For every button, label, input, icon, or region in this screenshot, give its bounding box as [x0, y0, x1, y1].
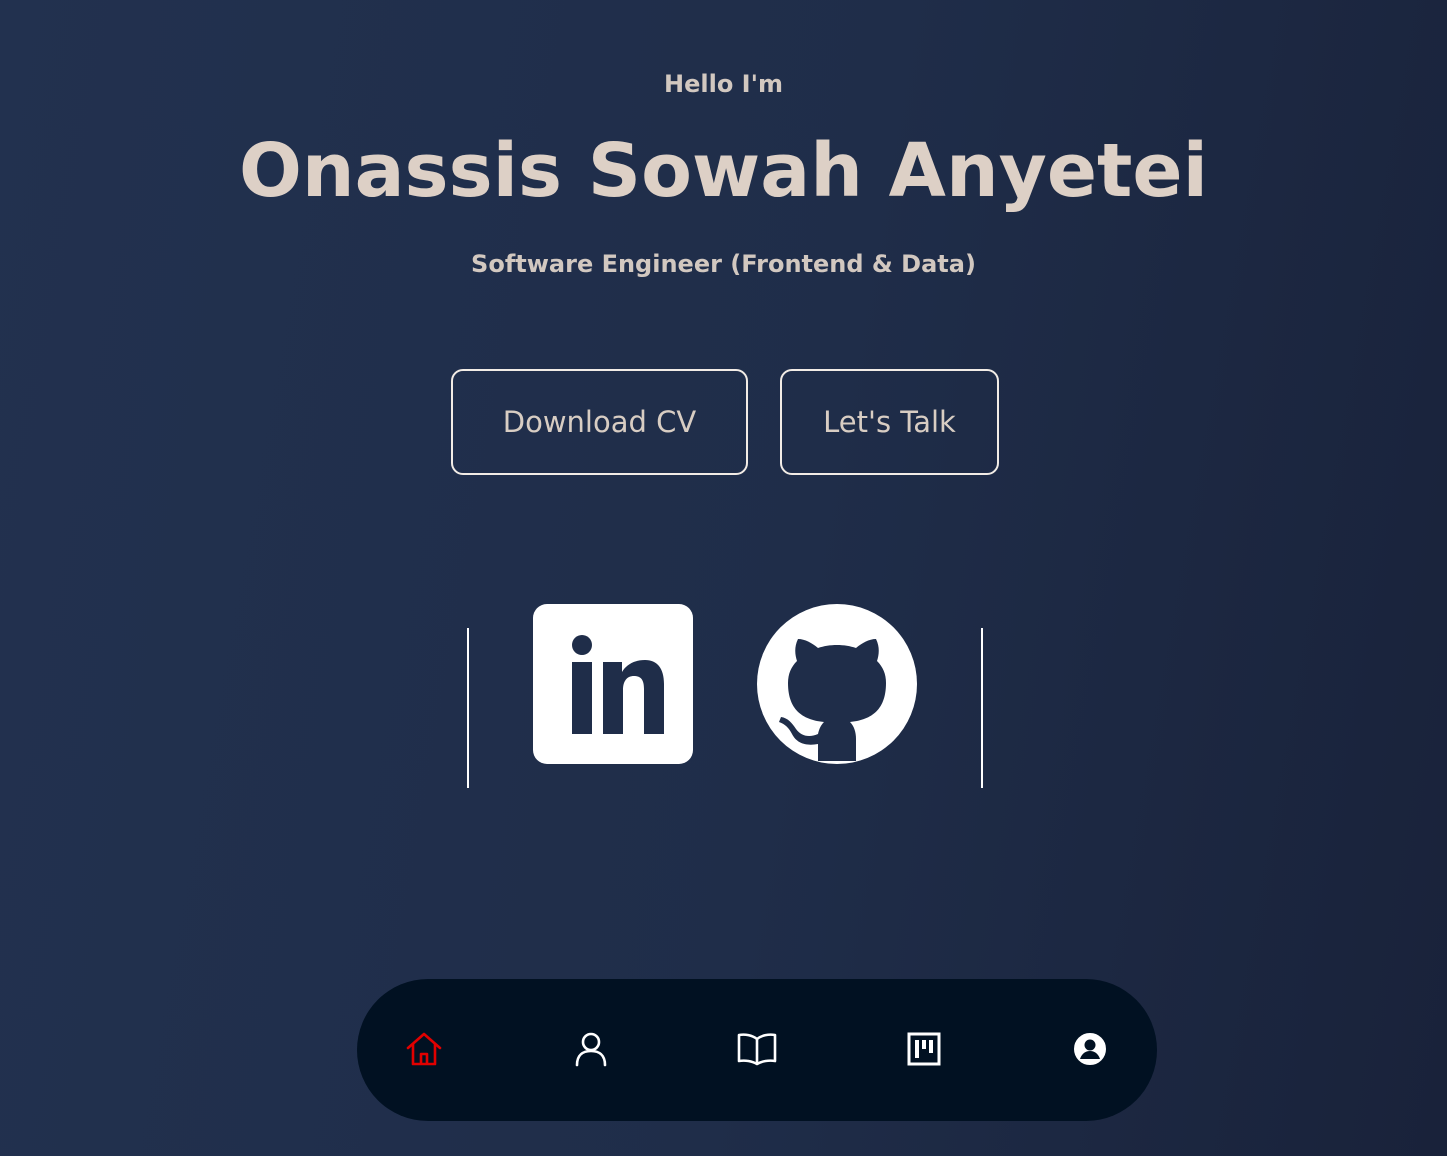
kanban-icon	[907, 1032, 941, 1066]
greeting-text: Hello I'm	[664, 70, 783, 98]
nav-about[interactable]	[567, 1025, 615, 1073]
lets-talk-button[interactable]: Let's Talk	[780, 369, 999, 475]
bottom-navigation	[357, 979, 1157, 1121]
linkedin-icon	[533, 604, 693, 764]
book-icon	[737, 1033, 777, 1066]
profile-circle-icon	[1074, 1033, 1106, 1065]
nav-contact[interactable]	[1066, 1025, 1114, 1073]
download-cv-button[interactable]: Download CV	[451, 369, 748, 475]
nav-home[interactable]	[400, 1025, 448, 1073]
page-title: Onassis Sowah Anyetei	[239, 128, 1208, 214]
nav-projects[interactable]	[900, 1025, 948, 1073]
social-divider-left	[467, 628, 469, 788]
social-divider-right	[981, 628, 983, 788]
github-link[interactable]	[757, 604, 917, 764]
home-icon	[406, 1032, 442, 1066]
github-icon	[757, 604, 917, 764]
role-subtitle: Software Engineer (Frontend & Data)	[471, 250, 976, 278]
nav-experience[interactable]	[733, 1025, 781, 1073]
user-icon	[575, 1032, 607, 1067]
linkedin-link[interactable]	[533, 604, 693, 764]
